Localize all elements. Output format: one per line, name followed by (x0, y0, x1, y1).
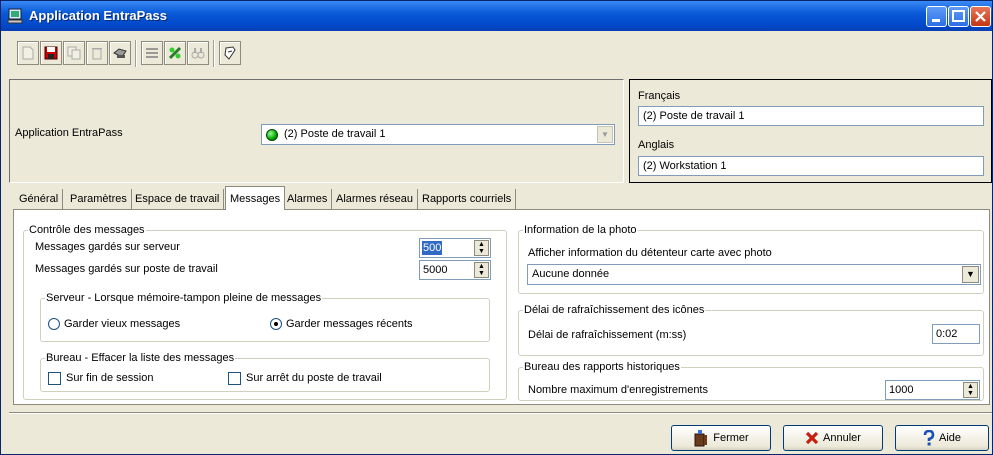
icon-refresh-legend: Délai de rafraîchissement des icônes (524, 304, 705, 316)
server-messages-value: 500 (422, 241, 443, 255)
message-control-legend: Contrôle des messages (29, 224, 145, 236)
server-buffer-group: Serveur - Lorsque mémoire-tampon pleine … (40, 292, 490, 342)
messages-tab-page: Contrôle des messages Messages gardés su… (13, 209, 990, 405)
photo-info-select[interactable]: Aucune donnée ▼ (527, 264, 981, 285)
application-window: Application EntraPass Application EntraP… (0, 0, 993, 455)
door-exit-icon (694, 430, 708, 447)
cancel-x-icon (805, 431, 819, 445)
clear-on-shutdown-checkbox[interactable] (228, 372, 241, 385)
tab-general[interactable]: Général (15, 189, 64, 209)
maximize-icon (952, 10, 965, 22)
cancel-button[interactable]: Annuler (783, 425, 883, 451)
history-reports-legend: Bureau des rapports historiques (524, 361, 680, 373)
english-name-field[interactable]: (2) Workstation 1 (638, 156, 984, 176)
toolbar-separator (213, 40, 215, 67)
clear-on-logout-label[interactable]: Sur fin de session (66, 372, 153, 384)
minimize-icon (932, 19, 940, 22)
printer-icon (113, 48, 127, 58)
list-button[interactable] (141, 41, 163, 65)
application-label: Application EntraPass (15, 127, 123, 139)
minimize-button[interactable] (926, 6, 947, 27)
icon-refresh-label: Délai de rafraîchissement (m:ss) (528, 329, 687, 341)
help-button[interactable]: Aide (895, 425, 989, 451)
server-messages-label: Messages gardés sur serveur (35, 241, 180, 253)
tab-workspace[interactable]: Espace de travail (131, 189, 225, 209)
workstation-messages-label: Messages gardés sur poste de travail (35, 263, 218, 275)
close-window-button[interactable] (970, 6, 991, 27)
online-status-icon (266, 129, 278, 141)
door-icon (224, 46, 236, 60)
cancel-button-label: Annuler (823, 432, 861, 444)
link-icon (168, 46, 182, 60)
save-icon (44, 46, 58, 60)
clear-on-shutdown-label[interactable]: Sur arrêt du poste de travail (246, 372, 382, 384)
photo-info-label: Afficher information du détenteur carte … (528, 247, 772, 259)
status-divider (9, 412, 992, 414)
toolbar-separator (135, 40, 137, 67)
tab-messages[interactable]: Messages (225, 186, 286, 210)
maximize-button[interactable] (948, 6, 969, 27)
toolbar (9, 37, 319, 73)
window-title: Application EntraPass (29, 8, 167, 23)
application-select-value: (2) Poste de travail 1 (284, 128, 386, 140)
close-button-label: Fermer (713, 432, 749, 444)
english-label: Anglais (638, 139, 675, 151)
copy-button[interactable] (63, 41, 85, 65)
workstation-messages-value: 5000 (423, 264, 448, 276)
close-icon (975, 11, 986, 22)
history-max-records-value: 1000 (889, 384, 914, 396)
chevron-down-icon[interactable]: ▼ (962, 266, 979, 283)
list-icon (146, 48, 158, 58)
tab-parameters[interactable]: Paramètres (66, 189, 132, 209)
chevron-down-icon[interactable]: ▼ (597, 126, 613, 143)
french-label: Français (638, 90, 681, 102)
keep-old-messages-label[interactable]: Garder vieux messages (64, 318, 180, 330)
spinner-arrows-icon[interactable]: ▲ ▼ (963, 382, 978, 398)
icon-refresh-input[interactable]: 0:02 (932, 324, 980, 344)
photo-info-legend: Information de la photo (524, 224, 637, 236)
copy-icon (67, 46, 81, 60)
desktop-clear-legend: Bureau - Effacer la liste des messages (46, 352, 235, 364)
spinner-arrows-icon[interactable]: ▲ ▼ (474, 240, 489, 256)
title-bar[interactable]: Application EntraPass (1, 1, 992, 31)
binoculars-icon (191, 48, 205, 59)
tab-alarms[interactable]: Alarmes (283, 189, 333, 209)
keep-recent-messages-label[interactable]: Garder messages récents (286, 318, 413, 330)
workstation-messages-spinner[interactable]: 5000 ▲ ▼ (419, 260, 491, 280)
tab-email-reports[interactable]: Rapports courriels (418, 189, 517, 209)
help-icon (923, 430, 935, 446)
link-button[interactable] (164, 41, 186, 65)
photo-info-value: Aucune donnée (532, 268, 610, 280)
close-button[interactable]: Fermer (671, 425, 771, 451)
help-button-label: Aide (938, 432, 962, 444)
application-select[interactable]: (2) Poste de travail 1 ▼ (261, 124, 615, 145)
trash-icon (92, 48, 102, 60)
history-max-records-label: Nombre maximum d'enregistrements (528, 384, 708, 396)
history-max-records-spinner[interactable]: 1000 ▲ ▼ (885, 380, 980, 400)
server-messages-spinner[interactable]: 500 ▲ ▼ (419, 238, 491, 258)
application-icon (7, 8, 23, 24)
new-button[interactable] (17, 41, 39, 65)
print-button[interactable] (109, 41, 131, 65)
server-buffer-legend: Serveur - Lorsque mémoire-tampon pleine … (46, 292, 322, 304)
language-panel: Français (2) Poste de travail 1 Anglais … (629, 79, 992, 183)
keep-recent-messages-radio[interactable] (270, 318, 282, 330)
find-button[interactable] (187, 41, 209, 65)
save-button[interactable] (40, 41, 62, 65)
new-icon (22, 46, 34, 60)
spinner-arrows-icon[interactable]: ▲ ▼ (474, 262, 489, 278)
exit-button[interactable] (219, 41, 241, 65)
clear-on-logout-checkbox[interactable] (48, 372, 61, 385)
french-name-field[interactable]: (2) Poste de travail 1 (638, 106, 984, 126)
delete-button[interactable] (86, 41, 108, 65)
tab-network-alarms[interactable]: Alarmes réseau (332, 189, 419, 209)
keep-old-messages-radio[interactable] (48, 318, 60, 330)
